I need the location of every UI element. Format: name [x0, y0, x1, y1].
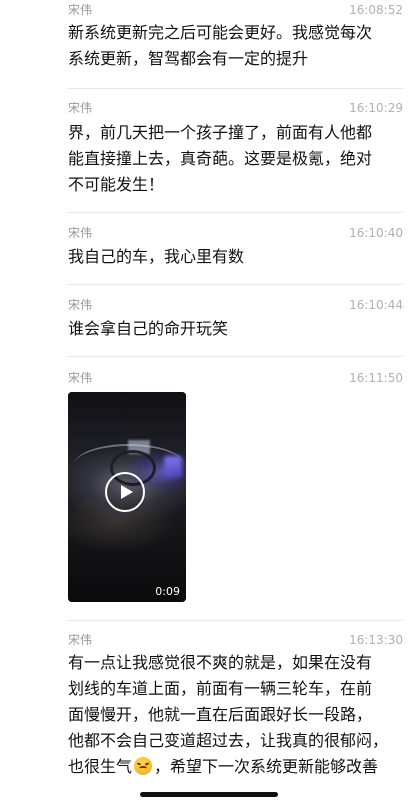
divider	[68, 284, 403, 285]
message-line: 能直接撞上去，真奇葩。这要是极氪，绝对	[68, 149, 373, 168]
video-duration: 0:09	[155, 585, 180, 598]
message-text: 有一点让我感觉很不爽的就是，如果在没有 划线的车道上面，前面有一辆三轮车，在前 …	[68, 650, 406, 780]
sender-name: 宋伟	[68, 371, 93, 385]
divider	[68, 88, 403, 89]
play-icon[interactable]	[105, 472, 145, 512]
message-text: 谁会拿自己的命开玩笑	[68, 316, 406, 342]
message-line: 新系统更新完之后可能会更好。我感觉每次	[68, 23, 373, 42]
sender-name: 宋伟	[68, 101, 93, 115]
sender-name: 宋伟	[68, 226, 93, 240]
divider	[68, 356, 403, 357]
chat-message[interactable]: 宋伟 16:10:29 界，前几天把一个孩子撞了，前面有人他都 能直接撞上去，真…	[0, 90, 419, 210]
message-line: 界，前几天把一个孩子撞了，前面有人他都	[68, 123, 373, 142]
message-time: 16:11:50	[349, 371, 403, 385]
message-line: 有一点让我感觉很不爽的就是，如果在没有	[68, 653, 373, 672]
message-time: 16:08:52	[349, 3, 403, 17]
message-time: 16:10:29	[349, 101, 403, 115]
message-text: 新系统更新完之后可能会更好。我感觉每次 系统更新，智驾都会有一定的提升	[68, 20, 406, 72]
divider	[68, 620, 403, 621]
message-text: 我自己的车，我心里有数	[68, 244, 406, 270]
message-line: 我自己的车，我心里有数	[68, 247, 245, 266]
angry-face-icon	[134, 757, 153, 775]
message-line-end: ，希望下一次系统更新能够改善	[154, 757, 379, 776]
message-line-start: 也很生气	[68, 757, 133, 776]
chat-message[interactable]: 宋伟 16:11:50	[0, 358, 419, 620]
message-line: 也很生气 ，希望下一次系统更新能够改善	[68, 754, 406, 780]
message-line: 划线的车道上面，前面有一辆三轮车，在前	[68, 679, 373, 698]
message-line: 面慢慢开，他就一直在后面跟好长一段路，	[68, 705, 373, 724]
message-time: 16:13:30	[349, 633, 403, 647]
sender-name: 宋伟	[68, 3, 93, 17]
home-indicator[interactable]	[140, 792, 278, 797]
chat-message[interactable]: 宋伟 16:13:30 有一点让我感觉很不爽的就是，如果在没有 划线的车道上面，…	[0, 622, 419, 800]
message-time: 16:10:40	[349, 226, 403, 240]
message-line: 不可能发生！	[68, 175, 165, 194]
divider	[68, 212, 403, 213]
message-text: 界，前几天把一个孩子撞了，前面有人他都 能直接撞上去，真奇葩。这要是极氪，绝对 …	[68, 120, 406, 198]
sender-name: 宋伟	[68, 298, 93, 312]
message-line: 系统更新，智驾都会有一定的提升	[68, 49, 309, 68]
video-thumbnail[interactable]: 0:09	[68, 392, 186, 602]
chat-message[interactable]: 宋伟 16:10:44 谁会拿自己的命开玩笑	[0, 286, 419, 354]
chat-message[interactable]: 宋伟 16:10:40 我自己的车，我心里有数	[0, 214, 419, 284]
sender-name: 宋伟	[68, 633, 93, 647]
message-line: 他都不会自己变道超过去，让我真的很郁闷，	[68, 731, 389, 750]
video-frame-ambient-light	[164, 456, 182, 478]
message-time: 16:10:44	[349, 298, 403, 312]
chat-message[interactable]: 宋伟 16:08:52 新系统更新完之后可能会更好。我感觉每次 系统更新，智驾都…	[0, 0, 419, 90]
message-line: 谁会拿自己的命开玩笑	[68, 319, 229, 338]
